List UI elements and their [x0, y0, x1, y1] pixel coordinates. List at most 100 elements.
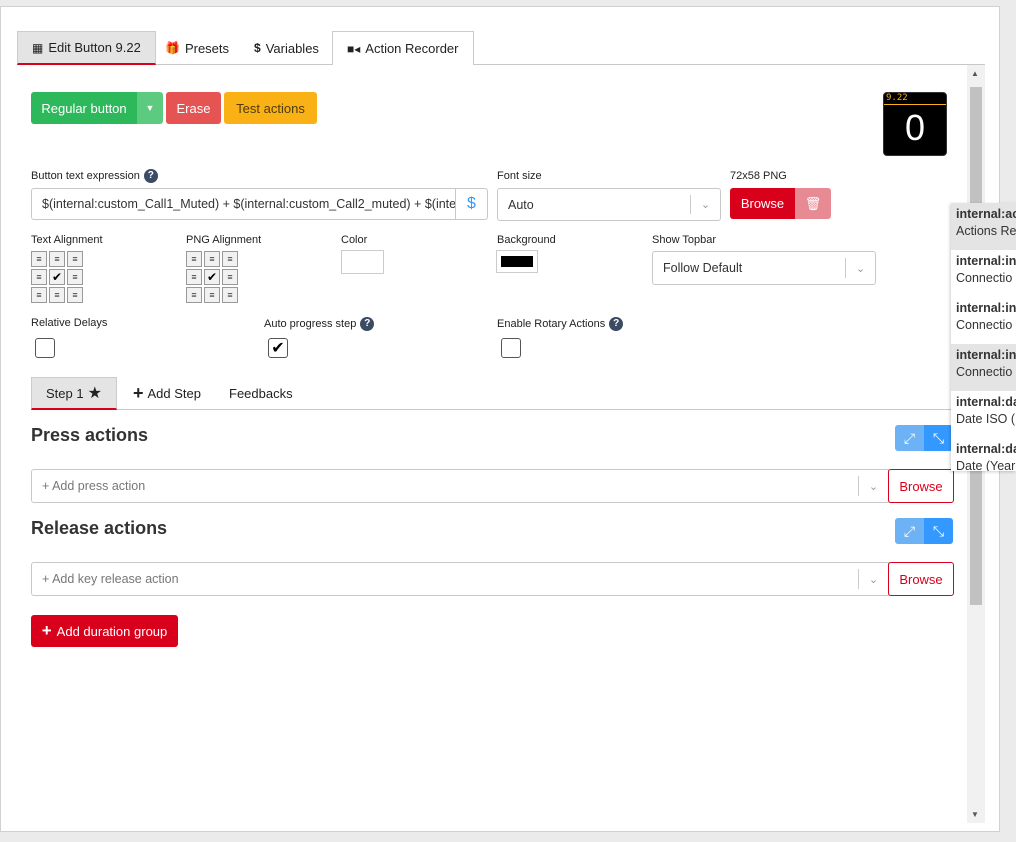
align-middle-left[interactable]: ≡ — [31, 269, 47, 285]
tab-step-1[interactable]: Step 1 ★ — [31, 377, 117, 410]
tab-action-recorder[interactable]: ■◂ Action Recorder — [332, 31, 474, 65]
relative-delays-label: Relative Delays — [31, 317, 108, 329]
suggestion-item[interactable]: internal:ins Connectio — [951, 297, 1016, 344]
release-browse-button[interactable]: Browse — [888, 562, 954, 596]
png-delete-button[interactable]: 🗑 — [795, 188, 831, 219]
gift-icon: 🎁 — [165, 41, 180, 55]
add-step-tab[interactable]: + Add Step — [119, 377, 215, 410]
scroll-up-icon[interactable]: ▲ — [971, 69, 979, 78]
background-label: Background — [497, 234, 556, 246]
step-tabs: Step 1 ★ + Add Step Feedbacks — [31, 377, 953, 410]
png-align-middle-right[interactable]: ≡ — [222, 269, 238, 285]
test-actions-button[interactable]: Test actions — [224, 92, 317, 124]
video-icon: ■◂ — [347, 41, 361, 56]
align-top-right[interactable]: ≡ — [67, 251, 83, 267]
suggestion-item[interactable]: internal:ins Connectio — [951, 344, 1016, 391]
png-align-middle-center[interactable]: ✔ — [204, 269, 220, 285]
editor-content: Regular button ▼ Erase Test actions 9.22… — [17, 65, 967, 823]
plus-icon: + — [41, 621, 52, 640]
png-browse-button[interactable]: Browse — [730, 188, 795, 219]
erase-button[interactable]: Erase — [166, 92, 221, 124]
preview-topbar: 9.22 — [884, 93, 946, 105]
align-middle-center[interactable]: ✔ — [49, 269, 65, 285]
suggestion-item[interactable]: internal:ac Actions Re — [951, 203, 1016, 250]
suggestion-item[interactable]: internal:ins Connectio — [951, 250, 1016, 297]
png-align-middle-left[interactable]: ≡ — [186, 269, 202, 285]
chevron-down-icon: ⌄ — [858, 476, 888, 496]
png-label: 72x58 PNG — [730, 170, 787, 182]
relative-delays-checkbox[interactable] — [35, 338, 55, 358]
auto-progress-label: Auto progress step? — [264, 317, 375, 331]
tab-presets[interactable]: 🎁 Presets — [151, 31, 243, 65]
align-middle-right[interactable]: ≡ — [67, 269, 83, 285]
checkmark-icon: ✔ — [271, 340, 285, 357]
png-alignment-grid: ≡ ≡ ≡ ≡ ✔ ≡ ≡ ≡ ≡ — [186, 251, 238, 303]
editor-tabs: ▦ Edit Button 9.22 🎁 Presets $ Variables… — [17, 31, 985, 65]
align-top-center[interactable]: ≡ — [49, 251, 65, 267]
preview-text: 0 — [904, 107, 926, 148]
png-align-bottom-left[interactable]: ≡ — [186, 287, 202, 303]
auto-progress-checkbox[interactable]: ✔ — [268, 338, 288, 358]
png-align-top-right[interactable]: ≡ — [222, 251, 238, 267]
suggestion-item[interactable]: internal:da Date ISO ( — [951, 391, 1016, 438]
help-icon[interactable]: ? — [609, 317, 624, 331]
text-color-picker[interactable] — [341, 250, 384, 274]
align-bottom-center[interactable]: ≡ — [49, 287, 65, 303]
rotary-actions-label: Enable Rotary Actions? — [497, 317, 624, 331]
suggestion-item[interactable]: internal:da Date (Year — [951, 438, 1016, 471]
button-text-input[interactable]: $(internal:custom_Call1_Muted) + $(inter… — [31, 188, 456, 220]
help-icon[interactable]: ? — [143, 169, 158, 183]
press-browse-button[interactable]: Browse — [888, 469, 954, 503]
regular-button-dropdown[interactable]: Regular button — [31, 92, 137, 124]
chevron-down-icon: ⌄ — [845, 258, 875, 278]
expand-icon[interactable]: ⤢ — [895, 425, 924, 451]
png-align-bottom-center[interactable]: ≡ — [204, 287, 220, 303]
png-align-top-center[interactable]: ≡ — [204, 251, 220, 267]
release-expand-collapse: ⤢ ⤡ — [895, 518, 953, 544]
png-align-top-left[interactable]: ≡ — [186, 251, 202, 267]
add-release-action-select[interactable]: + Add key release action ⌄ — [31, 562, 889, 596]
button-text-label: Button text expression? — [31, 169, 158, 183]
color-label: Color — [341, 234, 368, 246]
press-expand-collapse: ⤢ ⤡ — [895, 425, 953, 451]
plus-icon: + — [133, 383, 144, 403]
variable-suggestions-popup: internal:ac Actions Re internal:ins Conn… — [951, 203, 1016, 471]
tab-feedbacks[interactable]: Feedbacks — [215, 377, 307, 410]
scroll-down-icon[interactable]: ▼ — [971, 810, 979, 819]
caret-down-icon: ▼ — [145, 103, 155, 113]
text-alignment-grid: ≡ ≡ ≡ ≡ ✔ ≡ ≡ ≡ ≡ — [31, 251, 83, 303]
trash-icon: 🗑 — [804, 195, 822, 211]
add-duration-group-button[interactable]: + Add duration group — [31, 615, 178, 647]
dollar-icon: $ — [254, 41, 261, 55]
expand-icon[interactable]: ⤢ — [895, 518, 924, 544]
button-editor-panel: ▦ Edit Button 9.22 🎁 Presets $ Variables… — [0, 6, 1000, 832]
png-alignment-label: PNG Alignment — [186, 234, 262, 246]
align-top-left[interactable]: ≡ — [31, 251, 47, 267]
button-preview: 9.22 0 — [883, 92, 947, 156]
rotary-actions-checkbox[interactable] — [501, 338, 521, 358]
tab-variables[interactable]: $ Variables — [240, 31, 333, 65]
chevron-down-icon: ⌄ — [858, 569, 888, 589]
calculator-icon: ▦ — [32, 40, 44, 55]
text-alignment-label: Text Alignment — [31, 234, 103, 246]
font-size-label: Font size — [497, 170, 542, 182]
background-color-picker[interactable] — [496, 250, 538, 273]
compress-icon[interactable]: ⤡ — [924, 425, 953, 451]
align-bottom-right[interactable]: ≡ — [67, 287, 83, 303]
show-topbar-label: Show Topbar — [652, 234, 717, 246]
star-icon: ★ — [87, 385, 102, 402]
add-press-action-select[interactable]: + Add press action ⌄ — [31, 469, 889, 503]
help-icon[interactable]: ? — [360, 317, 375, 331]
button-type-toggle[interactable]: ▼ — [137, 92, 163, 124]
png-align-bottom-right[interactable]: ≡ — [222, 287, 238, 303]
release-actions-title: Release actions — [31, 518, 168, 538]
font-size-select[interactable]: Auto ⌄ — [497, 188, 721, 221]
background-swatch — [501, 256, 533, 267]
insert-variable-button[interactable]: $ — [455, 188, 488, 220]
dollar-icon: $ — [467, 195, 476, 212]
tab-edit-button[interactable]: ▦ Edit Button 9.22 — [17, 31, 156, 65]
align-bottom-left[interactable]: ≡ — [31, 287, 47, 303]
press-actions-title: Press actions — [31, 425, 149, 445]
compress-icon[interactable]: ⤡ — [924, 518, 953, 544]
show-topbar-select[interactable]: Follow Default ⌄ — [652, 251, 876, 285]
